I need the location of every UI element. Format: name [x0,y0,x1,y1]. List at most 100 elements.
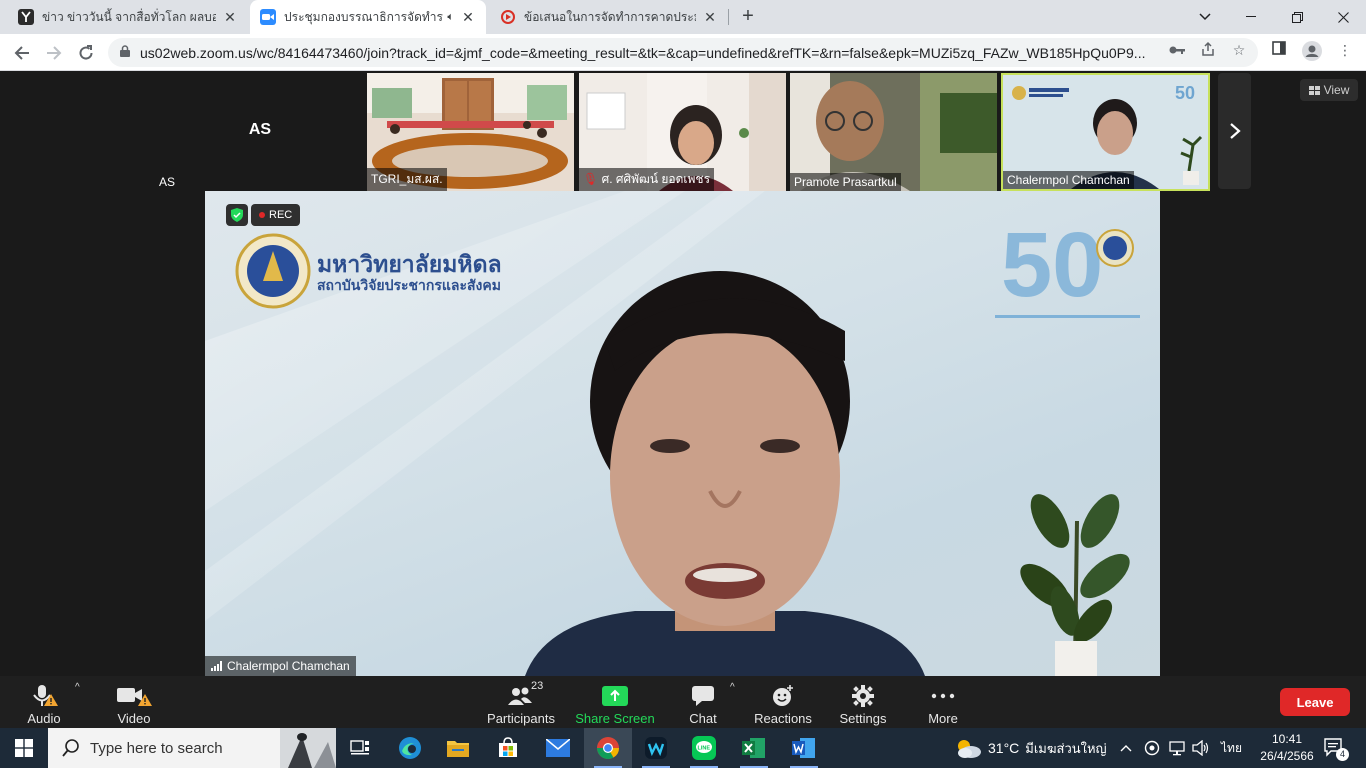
audio-label: Audio [27,711,61,726]
video-button[interactable]: Video [94,680,174,726]
system-clock[interactable]: 10:41 26/4/2566 [1252,731,1322,765]
windows-start-icon[interactable] [0,728,48,768]
task-view-icon[interactable] [336,728,384,768]
audio-button[interactable]: Audio [4,680,84,726]
zoom-icon [260,9,276,25]
network-icon[interactable] [1168,728,1186,768]
close-window-button[interactable] [1320,0,1366,34]
main-speaker-video: 50 มหาวิทยาลัยมหิดล สถาบันวิจัยประชากรแล… [205,191,1160,676]
video-label: Video [117,711,151,726]
browser-tab-news[interactable]: ข่าว ข่าววันนี้ จากสื่อทั่วโลก ผลบอลโลก … [8,0,248,34]
participants-button[interactable]: 23 Participants [481,680,561,726]
participant-name: TGRI_มส.ผส. [367,168,447,191]
main-speaker-name: Chalermpol Chamchan [205,656,356,676]
record-dot-icon [259,212,265,218]
participant-initials: AS [248,121,272,138]
notification-center-icon[interactable]: 4 [1324,728,1349,768]
tab-title: ข้อเสนอในการจัดทำการคาดประมาณป [524,9,696,24]
settings-button[interactable]: Settings [823,680,903,726]
browser-tab-document[interactable]: ข้อเสนอในการจัดทำการคาดประมาณป ✕ [490,0,728,34]
bookmark-star-icon[interactable]: ☆ [1230,41,1248,59]
speaker-icon[interactable]: 🔈︎ [447,11,454,24]
mail-icon[interactable] [534,728,582,768]
reload-icon[interactable] [72,39,100,67]
location-icon[interactable] [1144,728,1160,768]
side-panel-icon[interactable] [1270,41,1288,59]
connection-bars-icon [211,661,222,671]
grid-icon [1308,85,1320,95]
audio-options-caret-icon[interactable]: ^ [75,682,80,693]
view-button[interactable]: View [1300,79,1358,101]
partly-cloudy-icon [958,740,981,758]
new-tab-button[interactable]: + [736,4,760,28]
back-arrow-icon[interactable] [8,39,36,67]
show-hidden-icons-chevron-icon[interactable] [1120,728,1132,768]
svg-text:50: 50 [1001,214,1103,316]
webex-icon[interactable] [632,728,680,768]
tab-search-chevron-icon[interactable] [1182,0,1228,34]
reactions-button[interactable]: Reactions [743,680,823,726]
key-icon[interactable] [1168,41,1186,59]
microsoft-store-icon[interactable] [484,728,532,768]
svg-text:LINE: LINE [698,746,711,752]
tab-title: ข่าว ข่าววันนี้ จากสื่อทั่วโลก ผลบอลโลก [42,9,216,24]
share-icon[interactable] [1199,41,1217,59]
input-language[interactable]: ไทย [1221,728,1242,768]
reactions-label: Reactions [754,711,812,726]
volume-icon[interactable] [1192,728,1210,768]
more-button[interactable]: More [903,680,983,726]
recording-indicator[interactable]: REC [251,204,301,226]
chrome-icon[interactable] [584,728,632,768]
participant-name: AS [159,175,176,189]
rec-label: REC [269,209,293,221]
svg-text:50: 50 [1175,83,1195,103]
microphone-warning-icon [29,684,59,708]
zoom-meeting-area: AS AS TGRI_มส.ผส. 🎙︎ ศ. ศศิพัฒน์ ยอดเพชร… [0,71,1366,676]
search-highlight-image [280,728,336,768]
zoom-control-bar: Audio ^ Video 23 Participants Share Scre… [0,676,1366,728]
participant-tile-as[interactable]: AS AS [155,73,365,191]
muted-mic-icon: 🎙︎ [583,172,599,186]
word-icon[interactable] [780,728,828,768]
close-tab-icon[interactable]: ✕ [702,9,718,25]
share-screen-button[interactable]: Share Screen [575,680,655,726]
weather-text: มีเมฆส่วนใหญ่ [1025,740,1107,756]
profile-avatar-icon[interactable] [1302,41,1322,61]
edge-browser-icon[interactable] [386,728,434,768]
taskbar-search-box[interactable]: Type here to search [48,728,336,768]
camera-warning-icon [115,684,153,708]
url-text: us02web.zoom.us/wc/84164473460/join?trac… [140,44,1146,61]
file-explorer-icon[interactable] [434,728,482,768]
tab-separator [728,9,729,25]
chat-bubble-icon [691,684,715,708]
participant-tile-chalermpol-active[interactable]: 50 Chalermpol Chamchan [1001,73,1210,191]
weather-widget[interactable]: 31°C มีเมฆส่วนใหญ่ [954,728,1107,768]
participant-tile-pramote[interactable]: Pramote Prasartkul [790,73,997,191]
ellipsis-icon [931,684,955,708]
clock-date: 26/4/2566 [1260,749,1314,763]
smiley-plus-icon [771,684,795,708]
participant-tile-sasipat[interactable]: 🎙︎ ศ. ศศิพัฒน์ ยอดเพชร [579,73,786,191]
minimize-button[interactable] [1228,0,1274,34]
search-icon [62,739,79,757]
institute-name-text: สถาบันวิจัยประชากรและสังคม [317,278,501,294]
excel-icon[interactable] [730,728,778,768]
browser-tab-zoom[interactable]: ประชุมกองบรรณาธิการจัดทำราย 🔈︎ ✕ [250,0,486,34]
encryption-shield-icon[interactable] [226,204,248,226]
line-app-icon[interactable]: LINE [680,728,728,768]
forward-arrow-icon[interactable] [40,39,68,67]
participant-tile-tgri[interactable]: TGRI_มส.ผส. [367,73,574,191]
settings-label: Settings [839,711,887,726]
windows-taskbar: Type here to search LINE 31°C มีเมฆส่วนใ… [0,728,1366,768]
address-bar[interactable]: us02web.zoom.us/wc/84164473460/join?trac… [108,38,1258,67]
more-label: More [928,711,958,726]
next-page-chevron-icon[interactable] [1218,73,1251,189]
participants-icon: 23 [507,680,543,708]
leave-button[interactable]: Leave [1280,688,1350,716]
restore-button[interactable] [1274,0,1320,34]
chat-options-caret-icon[interactable]: ^ [730,682,735,693]
chrome-menu-icon[interactable]: ⋮ [1336,41,1354,59]
close-tab-icon[interactable]: ✕ [460,9,476,25]
close-tab-icon[interactable]: ✕ [222,9,238,25]
lock-icon[interactable] [120,45,130,60]
